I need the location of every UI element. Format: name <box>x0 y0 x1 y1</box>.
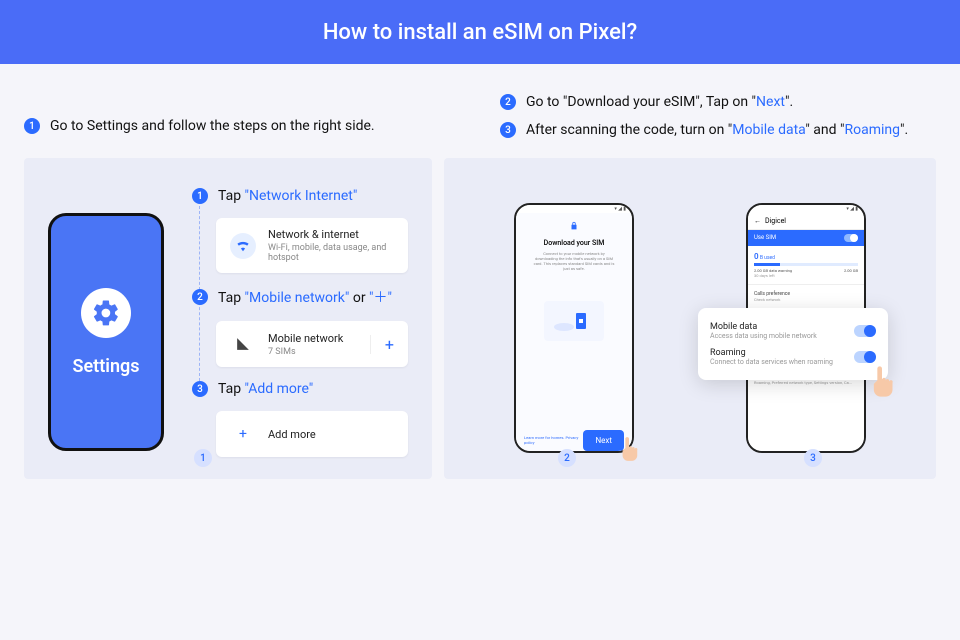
use-sim-label: Use SIM <box>754 234 776 241</box>
instructions-right: 2 Go to "Download your eSIM", Tap on "Ne… <box>500 94 936 138</box>
step-badge-3: 3 <box>500 122 516 138</box>
footer-badge-1: 1 <box>194 449 212 467</box>
card-mobile-sub: 7 SIMs <box>268 347 358 357</box>
card-network-internet[interactable]: Network & internet Wi-Fi, mobile, data u… <box>216 218 408 273</box>
substep-2: 2 Tap "Mobile network" or "＋" <box>192 287 408 307</box>
card-mobile-body: Mobile network 7 SIMs <box>268 332 358 357</box>
phone-download-sim: ▾ ◢ ▮ Download your SIM Connect to your … <box>514 203 634 453</box>
sim-lock-icon <box>569 221 579 231</box>
panel-settings-steps: Settings 1 Tap "Network Internet" Networ… <box>24 158 432 479</box>
advanced-sub: Roaming, Preferred network type, Setting… <box>754 380 858 385</box>
substep-1: 1 Tap "Network Internet" <box>192 188 408 204</box>
card-network-title: Network & internet <box>268 228 394 241</box>
data-used-label: B used <box>760 255 775 261</box>
card-addmore-title: Add more <box>268 428 394 441</box>
instruction-1: 1 Go to Settings and follow the steps on… <box>24 94 460 138</box>
step-2-text: Go to "Download your eSIM", Tap on "Next… <box>526 94 793 110</box>
use-sim-toggle[interactable] <box>844 234 858 242</box>
step-badge-2: 2 <box>500 94 516 110</box>
panels: Settings 1 Tap "Network Internet" Networ… <box>0 158 960 479</box>
statusbar-2: ▾ ◢ ▮ <box>748 205 864 213</box>
panel-1-footer: 1 <box>194 449 212 467</box>
roaming-sub: Connect to data services when roaming <box>710 358 833 366</box>
add-sim-plus-button[interactable]: + <box>370 335 394 354</box>
card-mobile-network[interactable]: Mobile network 7 SIMs + <box>216 321 408 367</box>
data-days-left: 30 days left <box>754 273 858 278</box>
wifi-icon <box>230 233 256 259</box>
instruction-3: 3 After scanning the code, turn on "Mobi… <box>500 122 936 138</box>
digicel-header: ← Digicel <box>748 213 864 230</box>
use-sim-row[interactable]: Use SIM <box>748 230 864 246</box>
card-network-sub: Wi-Fi, mobile, data usage, and hotspot <box>268 243 394 263</box>
statusbar-1: ▾ ◢ ▮ <box>516 205 632 213</box>
top-instructions: 1 Go to Settings and follow the steps on… <box>0 64 960 158</box>
download-title: Download your SIM <box>544 239 605 247</box>
pointing-hand-icon <box>618 435 640 463</box>
substeps-column: 1 Tap "Network Internet" Network & inter… <box>192 188 408 457</box>
roaming-toggle[interactable] <box>854 351 876 363</box>
back-arrow-icon[interactable]: ← <box>754 217 761 225</box>
card-network-body: Network & internet Wi-Fi, mobile, data u… <box>268 228 394 263</box>
substep-1-text: Tap "Network Internet" <box>218 188 357 204</box>
mobile-data-overlay: Mobile data Access data using mobile net… <box>698 308 888 380</box>
page-title: How to install an eSIM on Pixel? <box>323 20 637 45</box>
download-subtitle: Connect to your mobile network by downlo… <box>524 251 624 272</box>
download-illustration <box>544 301 604 341</box>
roaming-row[interactable]: Roaming Connect to data services when ro… <box>710 344 876 370</box>
phone-digicel-wrap: ▾ ◢ ▮ ← Digicel Use SIM 0 B used <box>746 203 866 453</box>
phone-mockup-settings: Settings <box>48 213 164 451</box>
substep-badge-2: 2 <box>192 289 208 305</box>
substep-badge-3: 3 <box>192 381 208 397</box>
plus-icon: + <box>230 421 256 447</box>
panel-phone-screens: ▾ ◢ ▮ Download your SIM Connect to your … <box>444 158 936 479</box>
panel-2-footer: 2 3 <box>444 449 936 467</box>
data-total-text: 2.00 GB <box>844 268 858 273</box>
footer-badge-3: 3 <box>804 449 822 467</box>
gear-icon <box>91 298 121 328</box>
card-add-more[interactable]: + Add more <box>216 411 408 457</box>
carrier-name: Digicel <box>765 217 786 225</box>
mobile-data-toggle[interactable] <box>854 325 876 337</box>
instruction-2: 2 Go to "Download your eSIM", Tap on "Ne… <box>500 94 936 110</box>
footer-badge-2: 2 <box>558 449 576 467</box>
mobile-data-title: Mobile data <box>710 322 817 332</box>
data-used-value: 0 <box>754 252 759 261</box>
download-footer: Learn more for homes. Privacy policy Nex… <box>524 430 624 451</box>
substep-3: 3 Tap "Add more" <box>192 381 408 397</box>
substep-2-text: Tap "Mobile network" or "＋" <box>218 287 392 307</box>
data-warning-text: 2.00 GB data warning <box>754 268 792 273</box>
substep-badge-1: 1 <box>192 188 208 204</box>
mobile-data-row[interactable]: Mobile data Access data using mobile net… <box>710 318 876 344</box>
phone-settings-label: Settings <box>73 356 140 377</box>
substep-3-text: Tap "Add more" <box>218 381 313 397</box>
mobile-data-sub: Access data using mobile network <box>710 332 817 340</box>
page-header: How to install an eSIM on Pixel? <box>0 0 960 64</box>
calls-preference-row[interactable]: Calls preference Check network <box>748 284 864 308</box>
pointing-hand-icon-2 <box>868 364 896 398</box>
data-usage-row: 0 B used 2.00 GB data warning 2.00 GB 30… <box>748 246 864 284</box>
phone-download-sim-wrap: ▾ ◢ ▮ Download your SIM Connect to your … <box>514 203 634 453</box>
signal-icon <box>230 331 256 357</box>
step-badge-1: 1 <box>24 118 40 134</box>
card-mobile-title: Mobile network <box>268 332 358 345</box>
calls-pref-sub: Check network <box>754 297 858 302</box>
download-sim-screen: Download your SIM Connect to your mobile… <box>516 213 632 453</box>
data-usage-bar <box>754 263 858 266</box>
card-addmore-body: Add more <box>268 428 394 441</box>
step-1-text: Go to Settings and follow the steps on t… <box>50 118 375 134</box>
settings-gear-circle <box>81 288 131 338</box>
step-3-text: After scanning the code, turn on "Mobile… <box>526 122 908 138</box>
roaming-title: Roaming <box>710 348 833 358</box>
download-learn-more-link[interactable]: Learn more for homes. Privacy policy <box>524 435 583 445</box>
